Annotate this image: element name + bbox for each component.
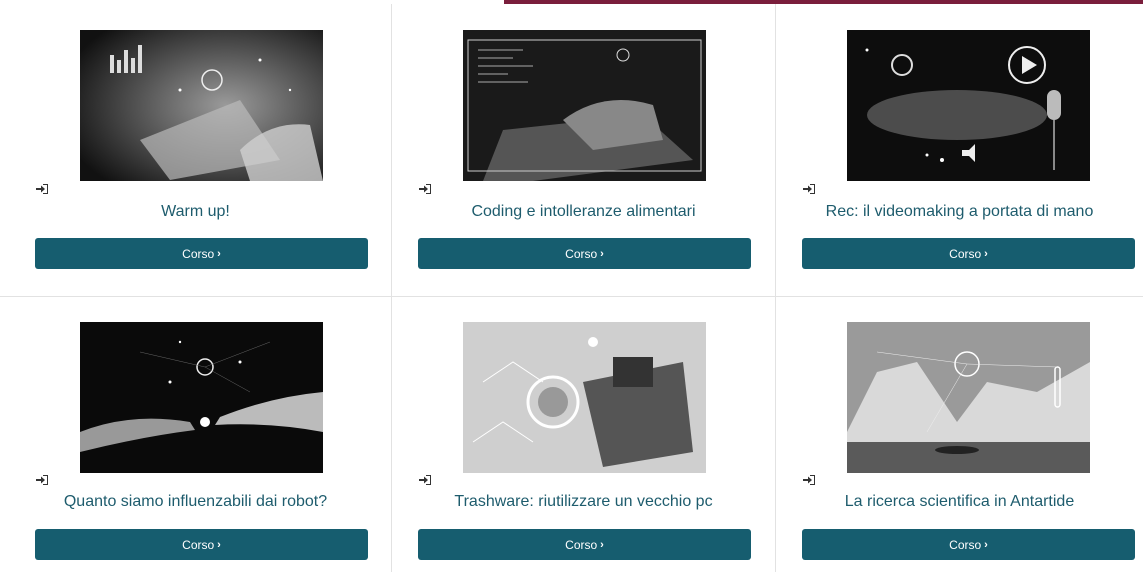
chevron-right-icon: › <box>984 538 988 551</box>
course-image-coding-laptop[interactable] <box>463 30 706 181</box>
course-card: La ricerca scientifica in Antartide Cors… <box>776 297 1143 572</box>
robot-hand-image <box>80 322 323 473</box>
enter-icon <box>803 184 815 194</box>
chevron-right-icon: › <box>217 538 221 551</box>
course-image-antarctica[interactable] <box>847 322 1090 473</box>
course-button-label: Corso <box>949 246 982 261</box>
recycled-electronics-image <box>463 322 706 473</box>
course-button[interactable]: Corso › <box>418 238 751 269</box>
course-title[interactable]: La ricerca scientifica in Antartide <box>776 493 1143 511</box>
enter-icon <box>36 184 48 194</box>
course-title[interactable]: Trashware: riutilizzare un vecchio pc <box>392 493 775 511</box>
course-button-label: Corso <box>565 246 598 261</box>
course-button[interactable]: Corso › <box>802 238 1135 269</box>
course-image-video-studio[interactable] <box>847 30 1090 181</box>
course-button-label: Corso <box>182 246 215 261</box>
course-button-label: Corso <box>949 537 982 552</box>
enter-icon <box>803 475 815 485</box>
course-card: Warm up! Corso › <box>0 4 392 297</box>
course-button[interactable]: Corso › <box>35 238 368 269</box>
course-button[interactable]: Corso › <box>802 529 1135 560</box>
course-button-label: Corso <box>182 537 215 552</box>
course-title[interactable]: Rec: il videomaking a portata di mano <box>776 203 1143 221</box>
course-card: Rec: il videomaking a portata di mano Co… <box>776 4 1143 297</box>
enter-icon <box>419 184 431 194</box>
video-studio-image <box>847 30 1090 181</box>
enter-icon <box>419 475 431 485</box>
course-grid: Warm up! Corso › Coding e intolleranze al… <box>0 4 1143 572</box>
course-button[interactable]: Corso › <box>35 529 368 560</box>
course-image-digital-tablet[interactable] <box>80 30 323 181</box>
coding-laptop-image <box>463 30 706 181</box>
course-title[interactable]: Coding e intolleranze alimentari <box>392 203 775 221</box>
chevron-right-icon: › <box>217 247 221 260</box>
course-title[interactable]: Warm up! <box>0 203 391 221</box>
course-button-label: Corso <box>565 537 598 552</box>
course-title[interactable]: Quanto siamo influenzabili dai robot? <box>0 493 391 511</box>
digital-tablet-image <box>80 30 323 181</box>
course-image-robot-hand[interactable] <box>80 322 323 473</box>
chevron-right-icon: › <box>600 538 604 551</box>
course-card: Coding e intolleranze alimentari Corso › <box>392 4 776 297</box>
enter-icon <box>36 475 48 485</box>
course-card: Trashware: riutilizzare un vecchio pc Co… <box>392 297 776 572</box>
chevron-right-icon: › <box>984 247 988 260</box>
course-image-recycled-electronics[interactable] <box>463 322 706 473</box>
course-card: Quanto siamo influenzabili dai robot? Co… <box>0 297 392 572</box>
chevron-right-icon: › <box>600 247 604 260</box>
antarctica-image <box>847 322 1090 473</box>
course-button[interactable]: Corso › <box>418 529 751 560</box>
